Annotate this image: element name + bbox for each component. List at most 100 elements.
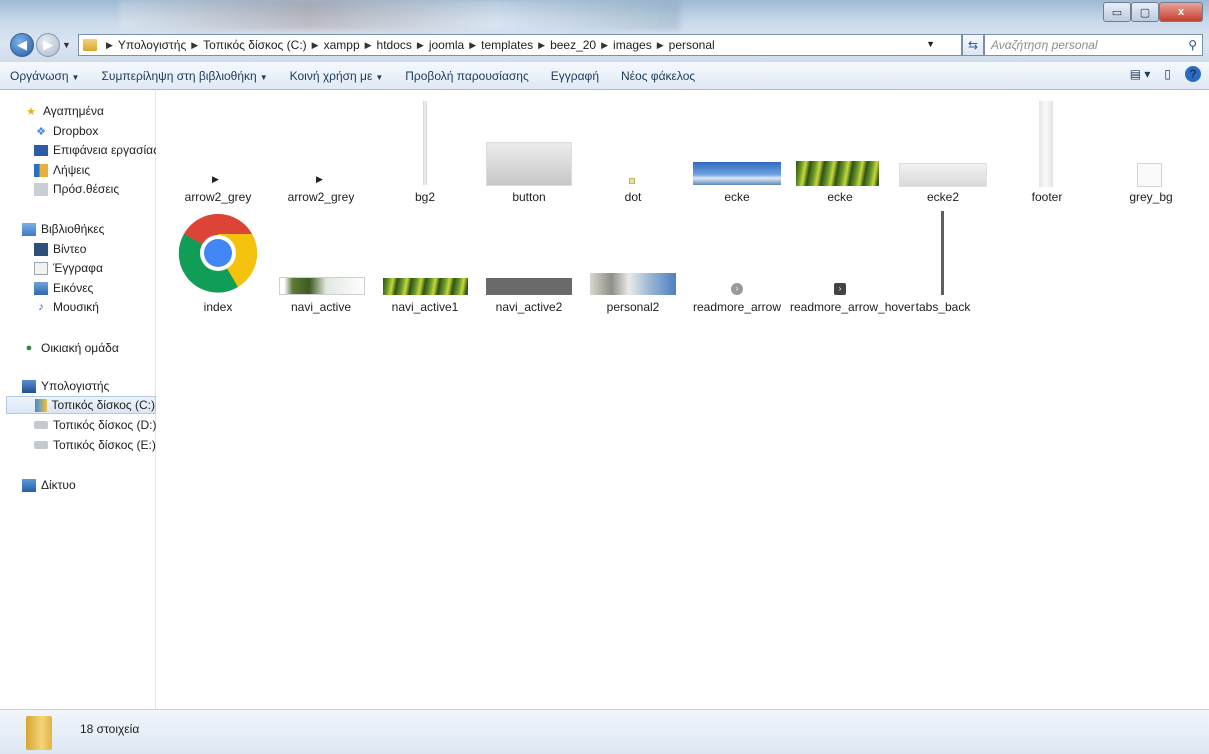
recent-pages-dropdown[interactable]: ▼ <box>62 40 71 50</box>
file-item[interactable]: › readmore_arrow_hover <box>790 211 915 321</box>
file-item[interactable]: navi_active1 <box>375 211 475 321</box>
sidebar-item-documents[interactable]: Έγγραφα <box>34 259 103 277</box>
hard-drive-icon <box>34 421 48 429</box>
preview-pane-icon[interactable]: ▯ <box>1164 67 1171 81</box>
slideshow-button[interactable]: Προβολή παρουσίασης <box>405 69 529 83</box>
breadcrumb-item[interactable]: Υπολογιστής <box>118 38 186 52</box>
file-item[interactable]: footer <box>997 99 1097 209</box>
sidebar-item-label: Dropbox <box>53 124 99 138</box>
file-item[interactable]: index <box>168 211 268 321</box>
chevron-down-icon: ▼ <box>259 72 268 82</box>
file-name: grey_bg <box>1129 190 1173 204</box>
system-drive-icon <box>35 398 47 412</box>
sidebar-item-network[interactable]: Δίκτυο <box>22 476 76 494</box>
sidebar-item-videos[interactable]: Βίντεο <box>34 240 86 258</box>
search-placeholder: Αναζήτηση personal <box>991 38 1098 52</box>
breadcrumb-item[interactable]: templates <box>481 38 533 52</box>
breadcrumb-item[interactable]: personal <box>669 38 715 52</box>
file-item[interactable]: button <box>479 99 579 209</box>
minimize-button[interactable]: ▭ <box>1103 2 1131 22</box>
sidebar-item-label: Αγαπημένα <box>43 104 104 118</box>
sidebar-item-downloads[interactable]: Λήψεις <box>34 161 90 179</box>
address-bar[interactable]: ▶ Υπολογιστής ▶ Τοπικός δίσκος (C:) ▶ xa… <box>78 34 962 56</box>
sidebar-item-drive-e[interactable]: Τοπικός δίσκος (E:) <box>34 436 156 454</box>
dropbox-icon: ❖ <box>36 125 46 138</box>
command-bar: Οργάνωση ▼ Συμπερίληψη στη βιβλιοθήκη ▼ Κο… <box>0 62 1209 90</box>
file-item[interactable]: bg2 <box>375 99 475 209</box>
file-item[interactable]: › readmore_arrow <box>687 211 787 321</box>
sidebar-item-music[interactable]: ♪ Μουσική <box>34 298 99 316</box>
sidebar-item-label: Τοπικός δίσκος (C:) <box>51 398 156 412</box>
search-input[interactable]: Αναζήτηση personal ⚲ <box>984 34 1203 56</box>
sidebar-item-desktop[interactable]: Επιφάνεια εργασίας <box>34 141 159 159</box>
chevron-right-icon[interactable]: ▶ <box>469 40 476 51</box>
breadcrumb-item[interactable]: images <box>613 38 652 52</box>
address-dropdown-icon[interactable]: ▼ <box>926 39 935 49</box>
file-item[interactable]: ecke <box>790 99 890 209</box>
chevron-right-icon[interactable]: ▶ <box>601 40 608 51</box>
share-with-menu[interactable]: Κοινή χρήση με ▼ <box>290 69 384 83</box>
button-image-thumbnail <box>486 142 572 186</box>
organize-menu[interactable]: Οργάνωση ▼ <box>10 69 79 83</box>
help-icon[interactable]: ? <box>1185 66 1201 82</box>
file-item[interactable]: ecke2 <box>893 99 993 209</box>
chevron-down-icon: ▼ <box>375 72 384 82</box>
hard-drive-icon <box>34 441 48 449</box>
file-item[interactable]: ▶ arrow2_grey <box>271 99 371 209</box>
file-item[interactable]: ecke <box>687 99 787 209</box>
file-name: tabs_back <box>915 300 971 314</box>
chevron-right-icon[interactable]: ▶ <box>191 40 198 51</box>
forward-arrow-icon: ▶ <box>43 37 53 52</box>
forward-button[interactable]: ▶ <box>36 33 60 57</box>
file-item[interactable]: ▶ arrow2_grey <box>168 99 268 209</box>
sidebar-item-homegroup[interactable]: ● Οικιακή ομάδα <box>22 339 119 357</box>
breadcrumb: ▶ Υπολογιστής ▶ Τοπικός δίσκος (C:) ▶ xa… <box>101 38 715 52</box>
sidebar-item-dropbox[interactable]: ❖ Dropbox <box>34 122 98 140</box>
include-library-menu[interactable]: Συμπερίληψη στη βιβλιοθήκη ▼ <box>101 69 267 83</box>
file-name: navi_active1 <box>391 300 459 314</box>
sidebar-item-drive-c[interactable]: Τοπικός δίσκος (C:) <box>6 396 156 414</box>
breadcrumb-item[interactable]: xampp <box>324 38 360 52</box>
folder-icon <box>83 39 97 51</box>
sidebar-item-libraries[interactable]: Βιβλιοθήκες <box>22 220 104 238</box>
sidebar-item-computer[interactable]: Υπολογιστής <box>22 377 109 395</box>
file-item[interactable]: tabs_back <box>893 211 993 321</box>
new-folder-button[interactable]: Νέος φάκελος <box>621 69 695 83</box>
refresh-button[interactable]: ⇆ <box>962 34 984 56</box>
chevron-right-icon[interactable]: ▶ <box>106 40 113 51</box>
chevron-right-icon[interactable]: ▶ <box>312 40 319 51</box>
file-item[interactable]: navi_active2 <box>479 211 579 321</box>
chevron-right-icon[interactable]: ▶ <box>538 40 545 51</box>
breadcrumb-item[interactable]: joomla <box>429 38 464 52</box>
grass-image-thumbnail <box>383 278 468 295</box>
close-button[interactable]: x <box>1159 2 1203 22</box>
sidebar-item-drive-d[interactable]: Τοπικός δίσκος (D:) <box>34 416 157 434</box>
sidebar-item-pictures[interactable]: Εικόνες <box>34 279 93 297</box>
file-item[interactable]: navi_active <box>271 211 371 321</box>
sky-image-thumbnail <box>693 162 781 185</box>
burn-button[interactable]: Εγγραφή <box>551 69 599 83</box>
back-button[interactable]: ◀ <box>10 33 34 57</box>
sidebar-item-favorites[interactable]: ★ Αγαπημένα <box>24 102 104 120</box>
sidebar-item-recent[interactable]: Πρόσ.θέσεις <box>34 180 119 198</box>
chevron-right-icon[interactable]: ▶ <box>657 40 664 51</box>
file-item[interactable]: personal2 <box>583 211 683 321</box>
status-bar: 18 στοιχεία <box>0 709 1209 754</box>
chevron-right-icon[interactable]: ▶ <box>365 40 372 51</box>
maximize-button[interactable]: ▢ <box>1131 2 1159 22</box>
file-name: navi_active2 <box>495 300 563 314</box>
file-item[interactable]: dot <box>583 99 683 209</box>
breadcrumb-item[interactable]: Τοπικός δίσκος (C:) <box>203 38 307 52</box>
breadcrumb-item[interactable]: htdocs <box>377 38 412 52</box>
videos-icon <box>34 242 48 256</box>
file-item[interactable]: grey_bg <box>1101 99 1201 209</box>
breadcrumb-item[interactable]: beez_20 <box>550 38 596 52</box>
chevron-right-icon[interactable]: ▶ <box>417 40 424 51</box>
new-folder-label: Νέος φάκελος <box>621 68 696 83</box>
sidebar-item-label: Βιβλιοθήκες <box>41 222 105 236</box>
grey-bg-image-thumbnail <box>1137 163 1162 187</box>
computer-icon <box>22 379 36 393</box>
search-icon[interactable]: ⚲ <box>1188 38 1197 52</box>
arrow-image-thumbnail: ▶ <box>212 174 219 184</box>
change-view-icon[interactable]: ▤ ▾ <box>1130 67 1151 81</box>
